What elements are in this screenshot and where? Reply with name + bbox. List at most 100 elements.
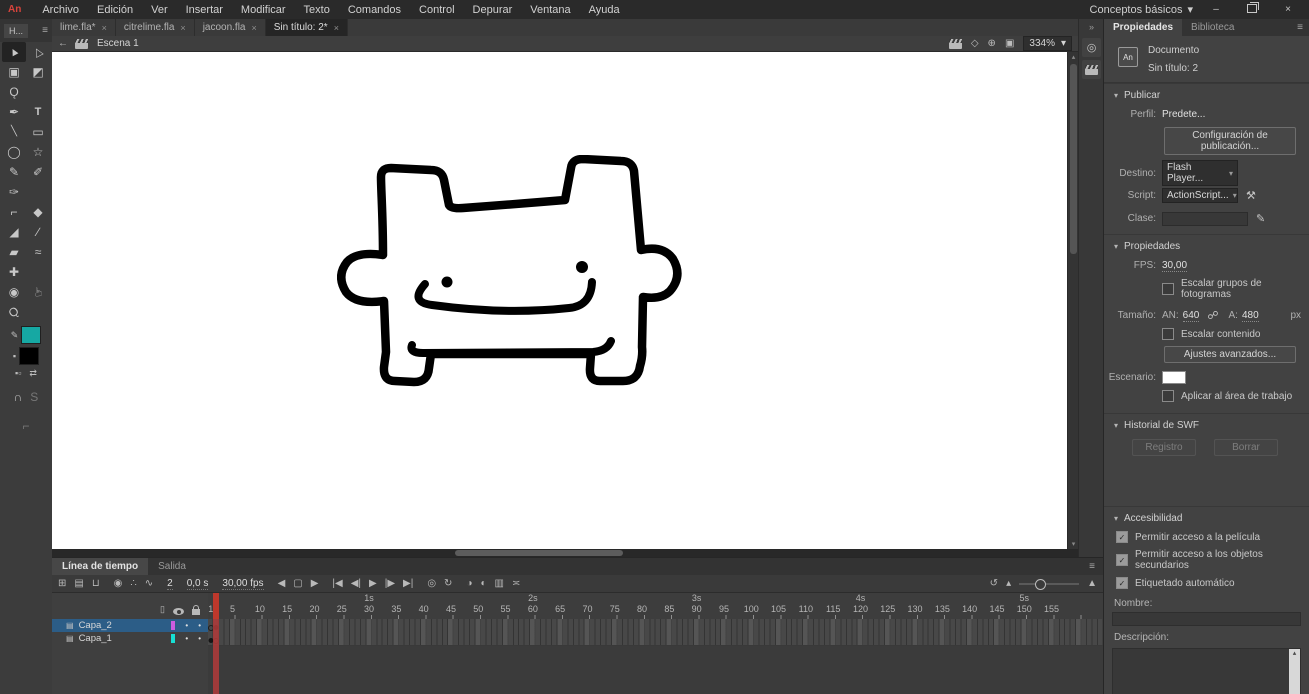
animate-logo[interactable]: An	[8, 4, 21, 15]
scene-panel-icon[interactable]	[1082, 60, 1101, 79]
center-frame-icon[interactable]: ▢	[293, 578, 302, 589]
free-transform-tool[interactable]: ▣	[2, 62, 26, 82]
tab-close-icon[interactable]: ×	[334, 23, 339, 33]
modify-markers-icon[interactable]: ≍	[512, 578, 520, 589]
eraser-tool[interactable]: ▰	[2, 242, 26, 262]
classic-brush-tool[interactable]: ✑	[2, 182, 26, 202]
doc-tab-sin-ti-tulo-2[interactable]: Sin título: 2* ×	[265, 19, 348, 36]
vertical-scroll-thumb[interactable]	[1070, 64, 1077, 254]
checkbox-unchecked[interactable]	[1162, 283, 1174, 295]
outline-column-icon[interactable]: ▯	[160, 604, 165, 615]
pen-tool[interactable]: ✒	[2, 102, 26, 122]
tab-propiedades[interactable]: Propiedades	[1104, 19, 1183, 36]
menu-item-depurar[interactable]: Depurar	[464, 4, 522, 16]
tab-close-icon[interactable]: ×	[252, 23, 257, 33]
layer-lock-dot[interactable]: •	[198, 621, 201, 630]
tab-close-icon[interactable]: ×	[180, 23, 185, 33]
stage-color-swatch[interactable]	[1162, 371, 1186, 384]
frame-rate-value[interactable]: 30,00 fps	[222, 578, 264, 590]
tab-biblioteca[interactable]: Biblioteca	[1182, 19, 1243, 36]
doc-tab-lime-fla[interactable]: lime.fla* ×	[52, 19, 116, 36]
new-layer-icon[interactable]: ⊞	[58, 578, 66, 589]
paint-brush-tool[interactable]: ✐	[26, 162, 50, 182]
tab-salida[interactable]: Salida	[148, 558, 196, 575]
stage-drawing-couch[interactable]	[337, 155, 682, 390]
graph-editor-icon[interactable]: ∿	[145, 578, 153, 589]
creative-cloud-panel-icon[interactable]: ◎	[1082, 38, 1101, 57]
timeline-zoom-knob[interactable]	[1035, 578, 1047, 590]
text-tool[interactable]: T	[26, 102, 50, 122]
polystar-tool[interactable]: ☆	[26, 142, 50, 162]
section-publicar[interactable]: ▾ Publicar	[1104, 83, 1309, 105]
layer-lock-dot[interactable]: •	[198, 634, 201, 643]
lasso-tool[interactable]: Ǫ	[2, 82, 26, 102]
layer-color-chip[interactable]	[171, 621, 176, 630]
timeline-ruler[interactable]: 1s 2s 3s 4s 5s 1 5 10 15 20 25 30 35 40 45 50 55 60 65 70 7…	[208, 593, 1103, 620]
go-last-frame-icon[interactable]: ▶|	[403, 578, 413, 589]
step-forward-icon[interactable]: ▶	[311, 578, 319, 589]
horizontal-scroll-thumb[interactable]	[455, 550, 623, 556]
checkbox-checked[interactable]: ✓	[1116, 554, 1128, 566]
tools-panel-tab[interactable]: H...	[4, 23, 29, 38]
borrar-button[interactable]: Borrar	[1214, 439, 1278, 456]
ink-bottle-tool[interactable]: ◢	[2, 222, 26, 242]
properties-panel-menu-icon[interactable]: ≡	[1297, 22, 1309, 33]
fps-value[interactable]: 30,00	[1162, 260, 1188, 272]
timeline-panel-menu-icon[interactable]: ≡	[1089, 561, 1103, 572]
line-tool[interactable]: ╲	[2, 122, 26, 142]
layer-row-capa-1[interactable]: ▤ Capa_1 • •	[52, 632, 208, 645]
restore-button[interactable]	[1239, 1, 1265, 16]
ancho-value[interactable]: 640	[1182, 310, 1200, 322]
checkbox-checked[interactable]: ✓	[1116, 577, 1128, 589]
perfil-value[interactable]: Predete...	[1162, 109, 1205, 120]
timeline-zoom-slider[interactable]	[1019, 578, 1080, 590]
menu-item-ayuda[interactable]: Ayuda	[580, 4, 629, 16]
onion-skin-icon[interactable]: ◑	[466, 578, 472, 589]
edit-scene-icon[interactable]	[948, 38, 962, 49]
zoom-tool[interactable]: Ǫ	[2, 302, 26, 322]
layer-visibility-dot[interactable]: •	[185, 634, 188, 643]
reset-timeline-zoom-icon[interactable]: ↺	[990, 578, 998, 589]
fill-color-swatch[interactable]	[19, 347, 40, 365]
next-keyframe-icon[interactable]: |▶	[385, 578, 395, 589]
registro-button[interactable]: Registro	[1132, 439, 1196, 456]
menu-item-ventana[interactable]: Ventana	[521, 4, 579, 16]
aplicar-area-checkbox-row[interactable]: Aplicar al área de trabajo	[1104, 387, 1309, 405]
timeline-zoom-out-icon[interactable]: ▴	[1006, 578, 1011, 589]
lock-icon[interactable]	[192, 605, 200, 615]
menu-item-texto[interactable]: Texto	[295, 4, 339, 16]
subselection-tool[interactable]: △	[26, 42, 50, 62]
paint-bucket-tool[interactable]: ◆	[26, 202, 50, 222]
doc-tab-citrelime-fla[interactable]: citrelime.fla ×	[116, 19, 195, 36]
oval-tool[interactable]: ◯	[2, 142, 26, 162]
wrench-icon[interactable]: ⚒	[1246, 189, 1256, 202]
acceso-pelicula-checkbox-row[interactable]: ✓ Permitir acceso a la película	[1104, 528, 1309, 546]
menu-item-edicio-n[interactable]: Edición	[88, 4, 142, 16]
onion-skin-outlines-icon[interactable]: ◐	[480, 578, 486, 589]
workspace-switcher[interactable]: Conceptos básicos ▾	[1090, 3, 1193, 17]
back-arrow-icon[interactable]: ←	[58, 38, 68, 49]
swap-colors-icon[interactable]: ⇄	[29, 368, 37, 379]
publish-settings-button[interactable]: Configuración de publicación...	[1164, 127, 1296, 155]
stage[interactable]	[52, 52, 1067, 549]
section-accesibilidad[interactable]: ▾ Accesibilidad	[1104, 506, 1309, 528]
tab-close-icon[interactable]: ×	[102, 23, 107, 33]
clase-input[interactable]	[1162, 211, 1248, 226]
current-frame-value[interactable]: 2	[167, 578, 173, 590]
link-icon[interactable]: ☍	[1207, 309, 1218, 322]
layer-color-chip[interactable]	[171, 634, 176, 643]
menu-item-insertar[interactable]: Insertar	[177, 4, 232, 16]
snap-magnet-icon[interactable]: ∩	[14, 390, 23, 404]
elapsed-time-value[interactable]: 0,0 s	[186, 578, 209, 590]
default-colors-icon[interactable]: ▪▫	[15, 368, 21, 379]
add-camera-icon[interactable]: ◉	[114, 578, 123, 589]
tools-panel-menu-icon[interactable]: ≡	[42, 25, 48, 36]
frames-row-capa-1[interactable]	[208, 632, 1103, 646]
playhead[interactable]	[213, 593, 219, 694]
prev-keyframe-icon[interactable]: ◀|	[351, 578, 361, 589]
scene-name[interactable]: Escena 1	[97, 38, 139, 49]
script-dropdown[interactable]: ActionScript... ▾	[1162, 188, 1238, 203]
escalar-grupos-checkbox-row[interactable]: Escalar grupos de fotogramas	[1104, 275, 1309, 303]
eye-icon[interactable]	[173, 608, 184, 615]
expand-panels-icon[interactable]: »	[1079, 19, 1104, 35]
